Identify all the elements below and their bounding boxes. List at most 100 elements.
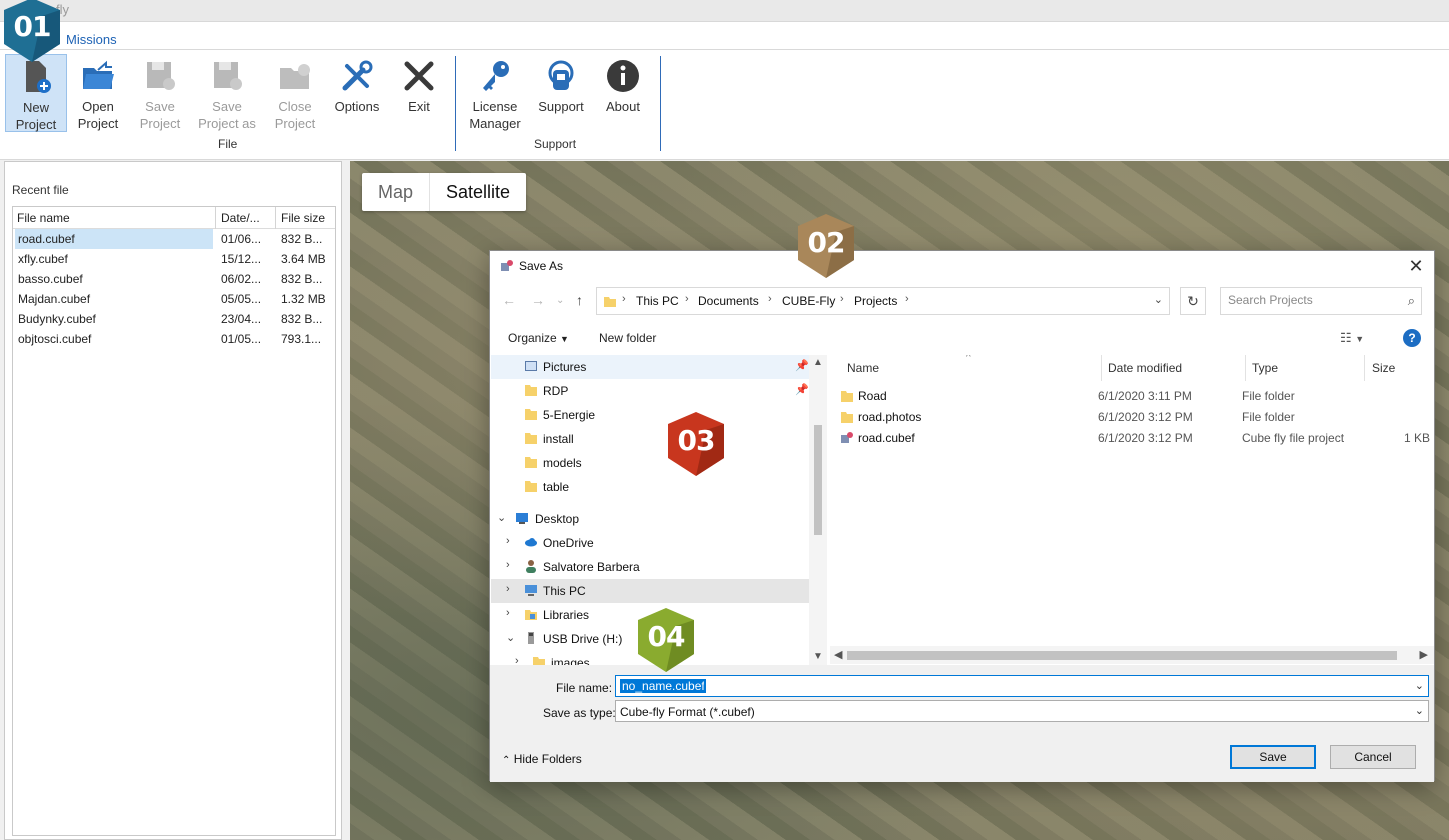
- save-project-button[interactable]: Save Project: [132, 54, 188, 132]
- search-icon[interactable]: ⌕: [1408, 293, 1415, 309]
- table-row[interactable]: basso.cubef 06/02... 832 B...: [13, 269, 335, 289]
- file-row[interactable]: road.cubef 6/1/2020 3:12 PM Cube fly fil…: [830, 427, 1434, 448]
- breadcrumb-documents[interactable]: Documents: [698, 294, 759, 308]
- nav-item-rdp[interactable]: RDP 📌: [491, 379, 809, 403]
- help-icon[interactable]: ?: [1403, 329, 1421, 347]
- nav-item-this-pc[interactable]: › This PC: [491, 579, 809, 603]
- save-project-as-button[interactable]: Save Project as: [194, 54, 260, 132]
- file-name-combobox[interactable]: ⌄: [615, 675, 1429, 697]
- column-divider[interactable]: [1364, 355, 1365, 381]
- column-header-file-size[interactable]: File size: [281, 211, 325, 225]
- hide-folders-button[interactable]: ⌃ Hide Folders: [502, 752, 582, 766]
- view-options-icon[interactable]: ☷ ▼: [1340, 330, 1364, 346]
- chevron-right-icon[interactable]: ›: [506, 535, 510, 547]
- table-row[interactable]: road.cubef 01/06... 832 B...: [13, 229, 335, 249]
- scroll-right-arrow-icon[interactable]: ▶: [1420, 648, 1428, 661]
- chevron-right-icon[interactable]: ›: [506, 583, 510, 595]
- recent-locations-chevron-icon[interactable]: ⌄: [556, 295, 564, 306]
- badge-number: 01: [13, 10, 52, 43]
- chevron-right-icon[interactable]: ›: [515, 655, 519, 665]
- up-arrow-icon[interactable]: ↑: [576, 292, 583, 308]
- dialog-title: Save As: [519, 259, 564, 273]
- chevron-down-icon[interactable]: ⌄: [497, 511, 506, 524]
- chevron-right-icon[interactable]: ›: [685, 293, 689, 305]
- dialog-footer: File name: ⌄ Save as type: Cube-fly Form…: [490, 665, 1434, 782]
- close-folder-icon: [280, 64, 310, 89]
- dialog-title-bar[interactable]: Save As ✕: [490, 251, 1434, 281]
- close-project-button[interactable]: Close Project: [266, 54, 324, 132]
- table-row[interactable]: objtosci.cubef 01/05... 793.1...: [13, 329, 335, 349]
- chevron-right-icon[interactable]: ›: [768, 293, 772, 305]
- nav-pane-scrollbar[interactable]: ▲ ▼: [809, 355, 827, 665]
- scroll-left-arrow-icon[interactable]: ◀: [834, 648, 842, 661]
- license-manager-button[interactable]: License Manager: [464, 54, 526, 132]
- scrollbar-thumb[interactable]: [814, 425, 822, 535]
- exit-button[interactable]: Exit: [392, 54, 446, 132]
- map-view-button[interactable]: Map: [362, 173, 431, 211]
- nav-item-desktop[interactable]: ⌄ Desktop: [491, 507, 809, 531]
- search-input[interactable]: [1228, 293, 1398, 307]
- scrollbar-thumb[interactable]: [847, 651, 1397, 660]
- about-button[interactable]: About: [596, 54, 650, 132]
- file-list-horizontal-scrollbar[interactable]: ◀ ▶: [830, 646, 1434, 664]
- chevron-down-icon[interactable]: ⌄: [506, 631, 515, 644]
- open-project-button[interactable]: Open Project: [70, 54, 126, 132]
- pin-icon[interactable]: 📌: [795, 359, 809, 372]
- close-icon[interactable]: ✕: [1406, 256, 1426, 276]
- options-button[interactable]: Options: [328, 54, 386, 132]
- save-as-type-value: Cube-fly Format (*.cubef): [620, 705, 755, 719]
- file-row[interactable]: road.photos 6/1/2020 3:12 PM File folder: [830, 406, 1434, 427]
- chevron-right-icon[interactable]: ›: [905, 293, 909, 305]
- chevron-right-icon[interactable]: ›: [506, 559, 510, 571]
- column-header-type[interactable]: Type: [1252, 361, 1278, 375]
- forward-arrow-icon[interactable]: →: [531, 292, 545, 308]
- breadcrumb-cube-fly[interactable]: CUBE-Fly: [782, 294, 835, 308]
- search-box[interactable]: ⌕: [1220, 287, 1422, 315]
- nav-item-table[interactable]: table: [491, 475, 809, 499]
- breadcrumb-projects[interactable]: Projects: [854, 294, 897, 308]
- save-button[interactable]: Save: [1230, 745, 1316, 769]
- nav-item-onedrive[interactable]: › OneDrive: [491, 531, 809, 555]
- scroll-up-arrow-icon[interactable]: ▲: [813, 357, 823, 368]
- nav-item-pictures[interactable]: Pictures 📌: [491, 355, 809, 379]
- chevron-down-icon[interactable]: ⌄: [1415, 679, 1424, 692]
- chevron-right-icon[interactable]: ›: [506, 607, 510, 619]
- cancel-button[interactable]: Cancel: [1330, 745, 1416, 769]
- pin-icon[interactable]: 📌: [795, 383, 809, 396]
- table-row[interactable]: xfly.cubef 15/12... 3.64 MB: [13, 249, 335, 269]
- column-divider[interactable]: [215, 207, 216, 229]
- nav-item-models[interactable]: models: [491, 451, 809, 475]
- nav-item-5-energie[interactable]: 5-Energie: [491, 403, 809, 427]
- breadcrumb-this-pc[interactable]: This PC: [636, 294, 679, 308]
- tab-missions[interactable]: Missions: [66, 32, 117, 47]
- column-divider[interactable]: [1245, 355, 1246, 381]
- column-header-date[interactable]: Date/...: [221, 211, 260, 225]
- table-row[interactable]: Majdan.cubef 05/05... 1.32 MB: [13, 289, 335, 309]
- new-project-button[interactable]: New Project: [5, 54, 67, 132]
- nav-item-salvatore-barbera[interactable]: › Salvatore Barbera: [491, 555, 809, 579]
- dropdown-arrow-icon: ▼: [560, 334, 569, 344]
- refresh-icon[interactable]: ↻: [1180, 287, 1206, 315]
- new-folder-button[interactable]: New folder: [599, 331, 656, 345]
- chevron-down-icon[interactable]: ⌄: [1154, 293, 1163, 306]
- column-divider[interactable]: [1101, 355, 1102, 381]
- satellite-view-button[interactable]: Satellite: [430, 173, 526, 211]
- table-row[interactable]: Budynky.cubef 23/04... 832 B...: [13, 309, 335, 329]
- column-header-size[interactable]: Size: [1372, 361, 1395, 375]
- address-bar[interactable]: › This PC › Documents › CUBE-Fly › Proje…: [596, 287, 1170, 315]
- chevron-right-icon[interactable]: ›: [622, 293, 626, 305]
- column-divider[interactable]: [275, 207, 276, 229]
- chevron-down-icon[interactable]: ⌄: [1415, 704, 1424, 717]
- file-row[interactable]: Road 6/1/2020 3:11 PM File folder: [830, 385, 1434, 406]
- back-arrow-icon[interactable]: ←: [502, 292, 516, 308]
- save-as-type-select[interactable]: Cube-fly Format (*.cubef) ⌄: [615, 700, 1429, 722]
- column-header-name[interactable]: Name: [847, 361, 879, 375]
- nav-item-install[interactable]: install: [491, 427, 809, 451]
- scroll-down-arrow-icon[interactable]: ▼: [813, 651, 823, 662]
- chevron-right-icon[interactable]: ›: [840, 293, 844, 305]
- column-header-date-modified[interactable]: Date modified: [1108, 361, 1182, 375]
- organize-menu-button[interactable]: Organize ▼: [508, 331, 569, 345]
- support-button[interactable]: Support: [532, 54, 590, 132]
- file-name-field[interactable]: [620, 679, 706, 693]
- column-header-file-name[interactable]: File name: [17, 211, 70, 225]
